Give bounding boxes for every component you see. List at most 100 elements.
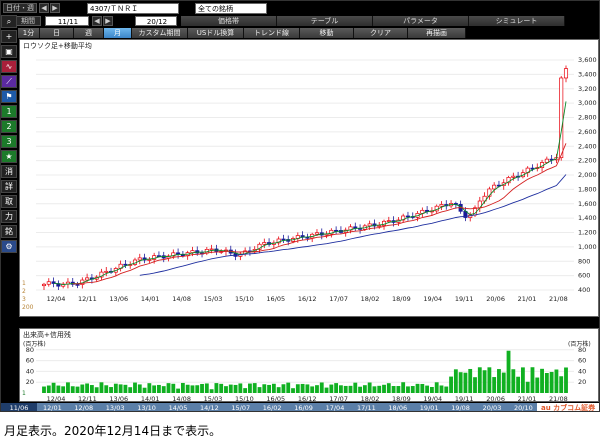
sidebar-item-1[interactable]: ⌕	[1, 15, 17, 28]
volume-bar	[439, 385, 444, 393]
volume-bar	[291, 388, 295, 393]
period-tab-10[interactable]: 再描画	[408, 28, 466, 38]
price-left-marker: 1	[22, 280, 26, 287]
sidebar-item-12[interactable]: 詳	[1, 180, 17, 193]
period-tab-label: 再描画	[426, 29, 447, 37]
tab-3[interactable]: パラメータ	[373, 16, 469, 26]
volume-x-label: 14/01	[141, 395, 160, 401]
volume-bar	[310, 386, 315, 393]
period-tab-label: クリア	[370, 29, 391, 37]
timeline-scrollbar[interactable]: 11/06 12/01 12/08 13/03 13/10 14/05 14/12 15/0…	[1, 403, 599, 412]
volume-tick-right: 60	[578, 357, 586, 365]
volume-chart-panel[interactable]: 出来高+信用残 (百万株) (百万株) 80 80 60 60 40 40 20 20 12/0…	[19, 328, 599, 402]
tab-label: パラメータ	[403, 17, 438, 25]
date-to-input[interactable]: 20/12	[135, 16, 177, 26]
sidebar-item-4[interactable]: ∿	[1, 60, 17, 73]
sidebar-item-7[interactable]: 1	[1, 105, 17, 118]
tab-4[interactable]: シミュレート	[469, 16, 565, 26]
sidebar-item-8[interactable]: 2	[1, 120, 17, 133]
volume-bar	[209, 389, 214, 393]
volume-bar	[42, 386, 46, 393]
period-tab-1[interactable]: 1分	[18, 28, 40, 38]
volume-bar	[329, 384, 334, 393]
date-step-button[interactable]: ◀	[92, 16, 102, 26]
period-tab-6[interactable]: USドル換算	[188, 28, 244, 38]
period-tab-7[interactable]: トレンド線	[244, 28, 300, 38]
sidebar-item-9[interactable]: 3	[1, 135, 17, 148]
sidebar-item-13[interactable]: 取	[1, 195, 17, 208]
sidebar-item-6[interactable]: ⚑	[1, 90, 17, 103]
volume-bar	[358, 386, 362, 393]
sidebar-item-3[interactable]: ▣	[1, 45, 17, 58]
volume-x-label: 16/05	[266, 395, 285, 401]
price-left-marker: 3	[22, 296, 26, 303]
price-x-label: 21/01	[518, 295, 537, 303]
volume-bar	[343, 385, 348, 393]
price-tick-right: 1,600	[578, 200, 597, 208]
period-tab-5[interactable]: カスタム期間	[132, 28, 188, 38]
volume-bar	[200, 383, 204, 393]
volume-bar	[157, 384, 161, 393]
price-tick-right: 1,400	[578, 214, 597, 222]
price-tick-right: 2,400	[578, 142, 597, 150]
timeline-label: 13/10	[137, 404, 156, 412]
price-chart-panel[interactable]: ロウソク足+移動平均 3,600 3,400 3,200 3,000 2,800 2,60…	[19, 39, 599, 317]
timeline-start: 11/06	[1, 403, 37, 411]
market-selector[interactable]: 日付・週	[3, 3, 37, 13]
volume-bar	[51, 382, 56, 393]
volume-bar	[214, 383, 219, 393]
price-tick-right: 800	[578, 257, 590, 265]
date-from-value: 11/11	[57, 18, 79, 26]
sidebar-item-label: 1	[6, 107, 12, 116]
prev-symbol-button[interactable]: ◀	[39, 3, 49, 13]
period-tab-3[interactable]: 週	[74, 28, 104, 38]
market-label: 日付・週	[6, 4, 34, 12]
volume-bar	[544, 372, 549, 393]
volume-bar	[133, 382, 137, 393]
volume-bar	[425, 385, 430, 393]
period-tab-4[interactable]: 月	[104, 28, 132, 38]
timeline-label: 17/11	[357, 404, 376, 412]
broker-logo-text: au カブコム証券	[541, 404, 596, 412]
candle-body	[209, 248, 214, 251]
date-from-input[interactable]: 11/11	[45, 16, 89, 26]
volume-chart: 80 80 60 60 40 40 20 20 12/04 12/11 13/06 14/01 14/0…	[22, 346, 586, 401]
price-tick-right: 3,400	[578, 70, 597, 78]
volume-bar	[224, 386, 228, 393]
volume-bar	[386, 383, 391, 393]
period-tab-8[interactable]: 移動	[300, 28, 354, 38]
sidebar-item-10[interactable]: ★	[1, 150, 17, 163]
price-left-marker: 2	[22, 288, 26, 295]
period-tab-9[interactable]: クリア	[354, 28, 408, 38]
price-tick-right: 2,600	[578, 128, 597, 136]
sidebar-item-11[interactable]: 消	[1, 165, 17, 178]
flag-icon: ⚑	[5, 92, 13, 101]
sidebar-item-14[interactable]: 力	[1, 210, 17, 223]
timeline-label: 12/01	[43, 404, 62, 412]
sidebar-item-2[interactable]: +	[1, 30, 17, 43]
price-x-label: 20/06	[486, 295, 505, 303]
period-tab-2[interactable]: 日	[40, 28, 74, 38]
candle-body	[41, 283, 47, 287]
sidebar-item-label: 力	[5, 212, 13, 221]
volume-bar	[525, 381, 530, 393]
symbol-input[interactable]: 4307/ＴＮＲＩ	[87, 3, 179, 14]
tab-1[interactable]: 価格帯	[181, 16, 277, 26]
tab-2[interactable]: テーブル	[277, 16, 373, 26]
volume-bar	[295, 384, 300, 393]
volume-bar	[319, 382, 324, 393]
volume-bar	[276, 387, 281, 393]
filter-select[interactable]: 全ての銘柄	[195, 3, 267, 14]
price-x-label: 14/01	[141, 295, 160, 303]
sidebar-item-15[interactable]: 銘	[1, 225, 17, 238]
date-step-forward-button[interactable]: ▶	[103, 16, 113, 26]
volume-bar	[372, 386, 377, 393]
timeline-label: 14/12	[200, 404, 219, 412]
sidebar-item-16[interactable]: ⚙	[1, 240, 17, 253]
next-symbol-button[interactable]: ▶	[50, 3, 60, 13]
candle-body	[439, 204, 444, 207]
price-tick-right: 1,800	[578, 185, 597, 193]
volume-bar	[549, 371, 554, 393]
timeline-label: 20/10	[514, 404, 533, 412]
sidebar-item-5[interactable]: ⟋	[1, 75, 17, 88]
